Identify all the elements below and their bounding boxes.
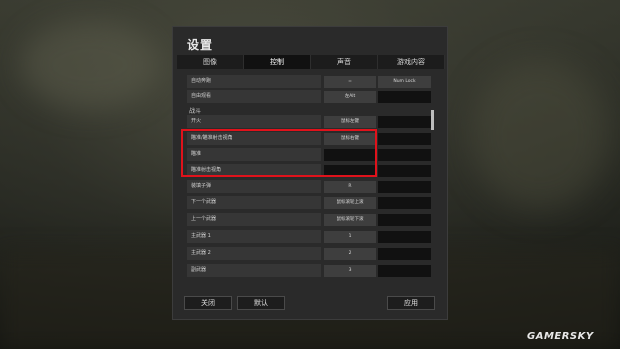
action-label: 自由观看 [187,90,321,103]
settings-tabs: 图像 控制 声音 游戏内容 [177,55,445,69]
action-label: 装填子弹 [187,180,321,193]
secondary-key-button[interactable]: Num Lock [378,76,431,88]
action-label: 下一个武器 [187,196,321,209]
primary-key-button[interactable]: 3 [324,265,376,277]
keybinding-row: 装填子弹 R [187,180,433,193]
tab-sound[interactable]: 声音 [311,55,378,69]
keybinding-row: 主武器 1 1 [187,230,433,243]
action-label: 主武器 1 [187,230,321,243]
action-label: 自动奔跑 [187,75,321,88]
secondary-key-button[interactable] [378,231,431,243]
secondary-key-button[interactable] [378,116,431,128]
secondary-key-button[interactable] [378,248,431,260]
secondary-key-button[interactable] [378,149,431,161]
keybinding-row: 下一个武器 鼠标滚轮上滚 [187,196,433,209]
tab-gameplay[interactable]: 游戏内容 [378,55,445,69]
action-label: 副武器 [187,264,321,277]
primary-key-button[interactable]: = [324,76,376,88]
highlight-box [181,129,377,177]
primary-key-button[interactable]: 鼠标滚轮上滚 [324,197,376,209]
secondary-key-button[interactable] [378,265,431,277]
primary-key-button[interactable]: 鼠标左键 [324,116,376,128]
background-foliage [470,60,610,210]
primary-key-button[interactable]: 2 [324,248,376,260]
primary-key-button[interactable]: R [324,181,376,193]
secondary-key-button[interactable] [378,214,431,226]
keybinding-row: 副武器 3 [187,264,433,277]
section-heading-combat: 战斗 [189,108,202,115]
secondary-key-button[interactable] [378,197,431,209]
secondary-key-button[interactable] [378,165,431,177]
background-foliage [20,20,160,110]
dialog-title: 设置 [187,38,214,52]
tab-controls[interactable]: 控制 [244,55,311,69]
default-button[interactable]: 默认 [237,296,285,310]
keybinding-row: 上一个武器 鼠标滚轮下滚 [187,213,433,226]
list-scrollbar[interactable] [431,110,434,130]
action-label: 上一个武器 [187,213,321,226]
action-label: 开火 [187,115,321,128]
secondary-key-button[interactable] [378,181,431,193]
keybinding-row: 主武器 2 2 [187,247,433,260]
apply-button[interactable]: 应用 [387,296,435,310]
keybinding-list: 自动奔跑 = Num Lock 自由观看 左Alt 战斗 开火 鼠标左键 瞄准/… [187,73,443,305]
keybinding-row: 自动奔跑 = Num Lock [187,75,433,88]
secondary-key-button[interactable] [378,133,431,145]
primary-key-button[interactable]: 鼠标滚轮下滚 [324,214,376,226]
gamersky-watermark: GAMERSKY [527,331,594,342]
close-button[interactable]: 关闭 [184,296,232,310]
secondary-key-button[interactable] [378,91,431,103]
tab-graphics[interactable]: 图像 [177,55,244,69]
keybinding-row: 开火 鼠标左键 [187,115,433,128]
primary-key-button[interactable]: 1 [324,231,376,243]
action-label: 主武器 2 [187,247,321,260]
primary-key-button[interactable]: 左Alt [324,91,376,103]
keybinding-row: 自由观看 左Alt [187,90,433,103]
